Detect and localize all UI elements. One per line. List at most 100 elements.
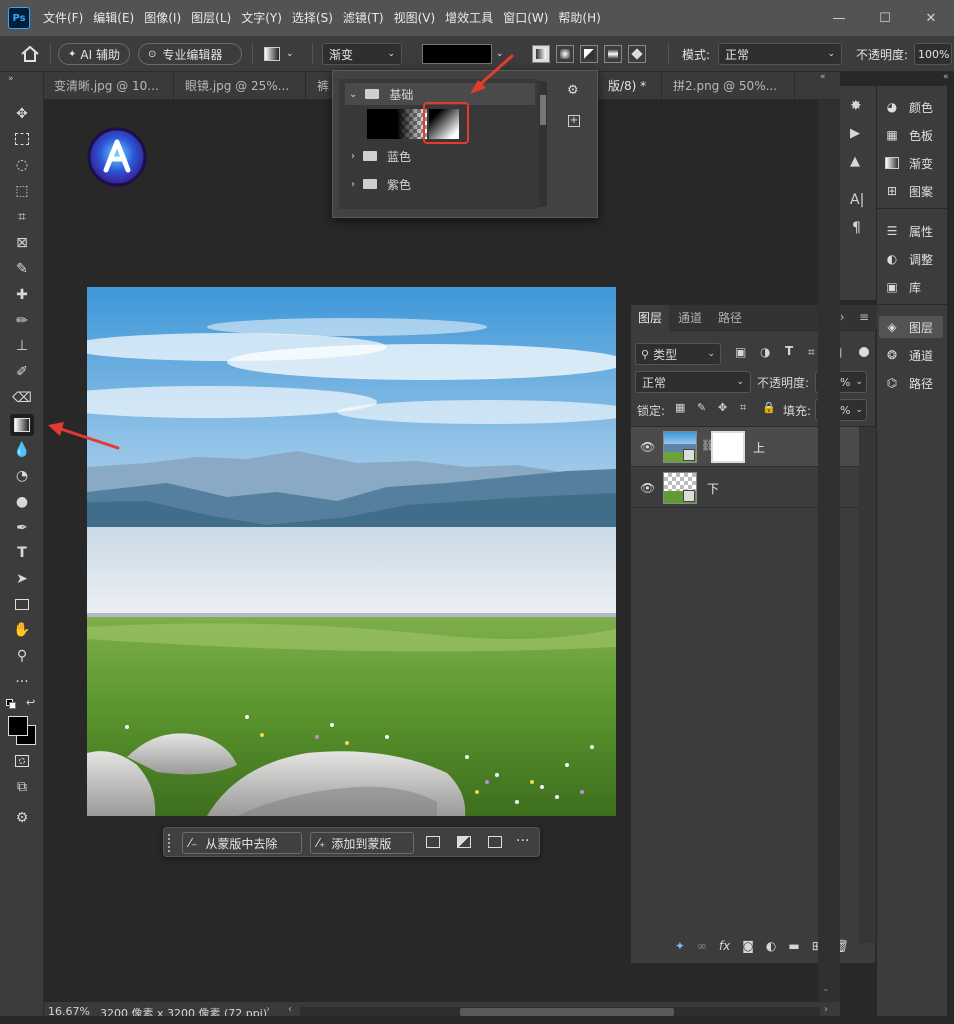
tab-doc-5[interactable]: 拼2.png @ 50%...: [663, 72, 795, 100]
invert-mask-icon[interactable]: [457, 836, 473, 850]
folder-icon[interactable]: ▬: [788, 939, 799, 953]
menu-image[interactable]: 图像(I): [139, 0, 186, 36]
ai-assist-button[interactable]: ✦ AI 辅助: [58, 43, 130, 65]
dock-icon-collapse[interactable]: «: [820, 72, 826, 82]
lock-transparency-icon[interactable]: ▦: [675, 401, 685, 414]
group-purple[interactable]: › 紫色: [345, 173, 535, 195]
eraser-tool-icon[interactable]: ⌫: [12, 388, 32, 408]
linear-gradient-icon[interactable]: [532, 45, 550, 63]
history-brush-tool-icon[interactable]: ✐: [12, 362, 32, 382]
menu-layer[interactable]: 图层(L): [186, 0, 236, 36]
filter-pixel-icon[interactable]: ▣: [735, 345, 746, 359]
scroll-left-icon[interactable]: ‹: [288, 1004, 292, 1015]
marquee-tool-icon[interactable]: [12, 129, 32, 149]
frame-tool-icon[interactable]: ⊠: [12, 233, 32, 253]
dodge-tool-icon[interactable]: ◔: [12, 466, 32, 486]
ai-icon[interactable]: ✦: [675, 939, 685, 953]
object-selection-tool-icon[interactable]: ⬚: [12, 181, 32, 201]
reflected-gradient-icon[interactable]: [604, 45, 622, 63]
more-tools-icon[interactable]: ···: [12, 672, 32, 692]
smudge-tool-icon[interactable]: ●: [12, 492, 32, 512]
radial-gradient-icon[interactable]: [556, 45, 574, 63]
filter-type-icon[interactable]: T: [785, 344, 793, 358]
menu-help[interactable]: 帮助(H): [553, 0, 605, 36]
collapse-icon[interactable]: »: [8, 74, 14, 84]
menu-filter[interactable]: 滤镜(T): [338, 0, 389, 36]
home-icon[interactable]: [20, 43, 40, 65]
dock-item-paths[interactable]: ⌬ 路径: [883, 372, 933, 394]
tab-doc-active[interactable]: 版/8) *: [598, 72, 662, 100]
group-blue[interactable]: › 蓝色: [345, 145, 535, 167]
crop-tool-icon[interactable]: ⌗: [12, 207, 32, 227]
filter-toggle-icon[interactable]: [859, 347, 869, 357]
tool-preset-picker[interactable]: ⌄: [264, 43, 304, 65]
dock-collapse-icon[interactable]: «: [943, 72, 949, 82]
opacity-input[interactable]: 100%: [914, 43, 952, 65]
mask-options-icon[interactable]: [426, 836, 442, 850]
document-vertical-scrollbar[interactable]: ⌄: [818, 100, 840, 1002]
dock-item-gradients[interactable]: 渐变: [883, 152, 933, 174]
menu-select[interactable]: 选择(S): [287, 0, 338, 36]
dock-item-channels[interactable]: ❂ 通道: [883, 344, 933, 366]
menu-edit[interactable]: 编辑(E): [88, 0, 139, 36]
panel-menu-icon[interactable]: ≡: [859, 310, 869, 324]
default-colors-icon[interactable]: [6, 699, 18, 709]
drag-handle-icon[interactable]: [168, 834, 172, 852]
angle-gradient-icon[interactable]: [580, 45, 598, 63]
tab-doc-2[interactable]: 眼镜.jpg @ 25%...: [175, 72, 306, 100]
mask-settings-icon[interactable]: [488, 836, 504, 850]
maximize-button[interactable]: ☐: [862, 0, 908, 36]
pen-tool-icon[interactable]: ✒: [12, 518, 32, 538]
rectangle-tool-icon[interactable]: [12, 594, 32, 614]
mask-icon[interactable]: ◙: [742, 939, 754, 953]
menu-type[interactable]: 文字(Y): [236, 0, 287, 36]
swap-colors-icon[interactable]: ↩: [26, 696, 35, 709]
dock-item-adjustments[interactable]: ◐ 调整: [883, 248, 933, 270]
pro-editor-button[interactable]: ⊙ 专业编辑器: [138, 43, 242, 65]
tab-layers[interactable]: 图层: [631, 305, 669, 331]
close-button[interactable]: ✕: [908, 0, 954, 36]
dock-item-color[interactable]: ◕ 颜色: [883, 96, 933, 118]
hand-tool-icon[interactable]: ✋: [12, 620, 32, 640]
dock-item-swatches[interactable]: ▦ 色板: [883, 124, 933, 146]
more-options-button[interactable]: ···: [516, 833, 529, 849]
dock-item-properties[interactable]: ☰ 属性: [883, 220, 933, 242]
layers-scrollbar[interactable]: [859, 427, 876, 943]
history-icon[interactable]: ✸: [850, 98, 862, 114]
menu-window[interactable]: 窗口(W): [498, 0, 553, 36]
brush-tool-icon[interactable]: ✏: [12, 311, 32, 331]
lock-all-icon[interactable]: 🔒: [762, 401, 776, 414]
type-tool-icon[interactable]: T: [12, 543, 32, 563]
canvas-image[interactable]: [87, 287, 616, 816]
filter-adjustment-icon[interactable]: ◑: [760, 345, 770, 359]
character-icon[interactable]: A|: [850, 192, 864, 208]
lock-pixels-icon[interactable]: ✎: [697, 401, 706, 414]
healing-brush-tool-icon[interactable]: ✚: [12, 285, 32, 305]
eye-icon[interactable]: 👁: [640, 481, 655, 495]
eye-icon[interactable]: 👁: [640, 440, 655, 454]
menu-plugins[interactable]: 增效工具: [440, 0, 498, 36]
tab-paths[interactable]: 路径: [711, 305, 749, 331]
menu-view[interactable]: 视图(V): [389, 0, 441, 36]
gradient-tool-icon[interactable]: [10, 414, 34, 436]
tab-doc-1[interactable]: 变清晰.jpg @ 10...: [44, 72, 174, 100]
filter-shape-icon[interactable]: ⌗: [808, 345, 815, 360]
screen-mode-icon[interactable]: ⧉: [12, 777, 32, 797]
gradient-type-select[interactable]: 渐变 ⌄: [322, 43, 402, 65]
chevron-right-icon[interactable]: ›: [266, 1004, 270, 1015]
dock-item-libraries[interactable]: ▣ 库: [883, 276, 921, 298]
add-to-mask-button[interactable]: ⁄₊ 添加到蒙版: [310, 832, 414, 854]
layer-mask-thumbnail[interactable]: [711, 431, 745, 463]
link-icon[interactable]: ∞: [697, 939, 707, 953]
gear-icon[interactable]: ⚙: [567, 83, 579, 98]
foreground-color-swatch[interactable]: [8, 716, 28, 736]
lasso-tool-icon[interactable]: ◌: [12, 155, 32, 175]
path-selection-tool-icon[interactable]: ➤: [12, 569, 32, 589]
remove-from-mask-button[interactable]: ⁄₋ 从蒙版中去除: [182, 832, 302, 854]
edit-toolbar-icon[interactable]: ⚙: [12, 808, 32, 828]
menu-file[interactable]: 文件(F): [38, 0, 88, 36]
dock-item-patterns[interactable]: ⊞ 图案: [883, 180, 933, 202]
picker-scrollbar[interactable]: [539, 81, 547, 207]
paragraph-icon[interactable]: ¶: [852, 220, 861, 236]
brush-settings-icon[interactable]: ▲: [850, 154, 860, 169]
